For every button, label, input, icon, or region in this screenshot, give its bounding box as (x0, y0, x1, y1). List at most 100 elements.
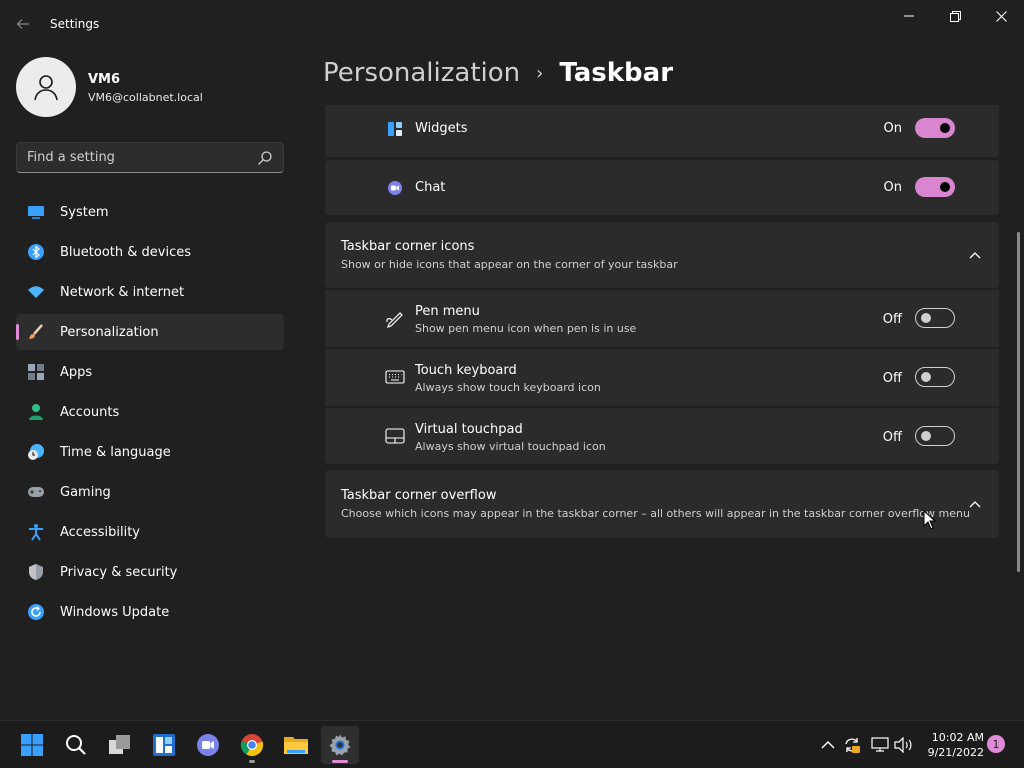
show-hidden-icons-button[interactable] (818, 735, 838, 755)
chevron-up-icon[interactable] (967, 247, 983, 263)
pen-menu-state: Off (882, 312, 902, 327)
restore-button[interactable] (932, 0, 978, 32)
sidebar-item-bluetooth[interactable]: Bluetooth & devices (16, 234, 284, 270)
virtual-touchpad-state: Off (882, 430, 902, 445)
sidebar-item-personalization[interactable]: Personalization (16, 314, 284, 350)
breadcrumb: Personalization › Taskbar (323, 58, 673, 88)
task-view-button[interactable] (101, 726, 139, 764)
touchpad-icon (385, 426, 405, 446)
sync-tray-icon[interactable] (842, 735, 862, 755)
minimize-icon (904, 15, 914, 17)
sidebar-item-accounts[interactable]: Accounts (16, 394, 284, 430)
volume-tray-icon[interactable] (894, 735, 914, 755)
start-button[interactable] (13, 726, 51, 764)
brush-icon (26, 322, 46, 342)
breadcrumb-parent[interactable]: Personalization (323, 58, 520, 88)
touch-keyboard-row: Touch keyboard Always show touch keyboar… (325, 349, 999, 406)
restore-icon (949, 10, 961, 22)
virtual-touchpad-row: Virtual touchpad Always show virtual tou… (325, 408, 999, 464)
sidebar-item-time-language[interactable]: Time & language (16, 434, 284, 470)
settings-gear-icon (329, 734, 351, 756)
corner-overflow-title: Taskbar corner overflow (341, 488, 497, 503)
chat-label: Chat (415, 180, 446, 195)
notification-badge[interactable]: 1 (987, 735, 1005, 753)
search-box[interactable] (16, 142, 284, 173)
sidebar-item-label: Personalization (60, 324, 159, 340)
sidebar-item-system[interactable]: System (16, 194, 284, 230)
sidebar-item-label: Time & language (60, 444, 171, 460)
taskbar-search-button[interactable] (57, 726, 95, 764)
sidebar-item-label: Privacy & security (60, 564, 178, 580)
network-tray-icon[interactable] (870, 735, 890, 755)
corner-icons-title: Taskbar corner icons (341, 239, 475, 254)
clock-globe-icon (26, 442, 46, 462)
taskbar-items-card: Widgets On Chat On (325, 105, 999, 215)
pen-menu-description: Show pen menu icon when pen is in use (415, 322, 637, 335)
mouse-cursor-icon (923, 510, 937, 530)
back-button[interactable] (10, 12, 36, 36)
touch-keyboard-state: Off (882, 371, 902, 386)
accessibility-icon (26, 522, 46, 542)
search-icon[interactable] (257, 150, 273, 166)
chat-row: Chat On (325, 160, 999, 215)
corner-overflow-description: Choose which icons may appear in the tas… (341, 507, 970, 520)
pen-menu-toggle[interactable] (915, 308, 955, 328)
taskbar-chat-button[interactable] (189, 726, 227, 764)
arrow-left-icon (16, 19, 29, 29)
clock-time: 10:02 AM (931, 731, 984, 744)
sync-icon (845, 738, 860, 753)
clock[interactable]: 10:02 AM 9/21/2022 (918, 730, 984, 760)
sidebar-item-apps[interactable]: Apps (16, 354, 284, 390)
search-input[interactable] (17, 143, 253, 172)
page-title: Taskbar (559, 58, 674, 88)
widgets-icon (153, 734, 175, 756)
chrome-icon (240, 734, 264, 757)
monitor-icon (26, 202, 46, 222)
person-icon (26, 402, 46, 422)
chat-state: On (883, 180, 902, 195)
close-icon (995, 10, 1007, 22)
pen-menu-label: Pen menu (415, 304, 480, 319)
widgets-state: On (883, 121, 902, 136)
sidebar-item-gaming[interactable]: Gaming (16, 474, 284, 510)
title-bar: Settings (0, 0, 1024, 48)
sidebar-item-privacy[interactable]: Privacy & security (16, 554, 284, 590)
sidebar-item-label: Apps (60, 364, 93, 380)
avatar[interactable] (16, 57, 76, 117)
corner-icons-description: Show or hide icons that appear on the co… (341, 258, 678, 271)
taskbar: 10:02 AM 9/21/2022 1 (0, 720, 1024, 768)
widgets-toggle[interactable] (915, 118, 955, 138)
sidebar-item-label: Network & internet (60, 284, 185, 300)
keyboard-icon (385, 367, 405, 387)
widgets-label: Widgets (415, 121, 468, 136)
touch-keyboard-label: Touch keyboard (415, 363, 517, 378)
taskbar-settings-button[interactable] (321, 726, 359, 764)
pen-icon (385, 308, 405, 328)
corner-icons-header[interactable]: Taskbar corner icons Show or hide icons … (325, 222, 999, 288)
widgets-icon (385, 119, 405, 139)
touch-keyboard-toggle[interactable] (915, 367, 955, 387)
minimize-button[interactable] (886, 0, 932, 32)
taskbar-file-explorer-button[interactable] (277, 726, 315, 764)
virtual-touchpad-toggle[interactable] (915, 426, 955, 446)
breadcrumb-separator: › (536, 62, 544, 84)
chat-icon (385, 178, 405, 198)
scrollbar[interactable] (1017, 232, 1020, 572)
taskbar-widgets-button[interactable] (145, 726, 183, 764)
virtual-touchpad-label: Virtual touchpad (415, 422, 523, 437)
taskbar-chrome-button[interactable] (233, 726, 271, 764)
sidebar-item-windows-update[interactable]: Windows Update (16, 594, 284, 630)
corner-overflow-header[interactable]: Taskbar corner overflow Choose which ico… (325, 470, 999, 538)
start-icon (21, 734, 43, 756)
chevron-up-icon[interactable] (967, 496, 983, 512)
sidebar-item-network[interactable]: Network & internet (16, 274, 284, 310)
close-button[interactable] (978, 0, 1024, 32)
widgets-row: Widgets On (325, 105, 999, 157)
chat-toggle[interactable] (915, 177, 955, 197)
pen-menu-row: Pen menu Show pen menu icon when pen is … (325, 290, 999, 347)
touch-keyboard-description: Always show touch keyboard icon (415, 381, 601, 394)
network-icon (871, 737, 889, 752)
sidebar-item-accessibility[interactable]: Accessibility (16, 514, 284, 550)
gamepad-icon (26, 482, 46, 502)
apps-icon (26, 362, 46, 382)
